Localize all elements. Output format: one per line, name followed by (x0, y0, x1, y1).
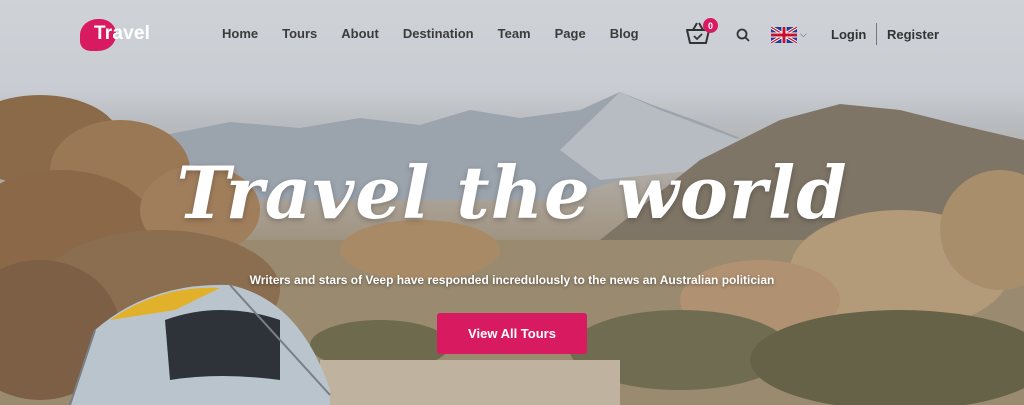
hero-title: Travel the world (176, 150, 848, 235)
search-icon[interactable] (736, 28, 750, 42)
nav-item-page[interactable]: Page (555, 26, 586, 41)
nav-item-team[interactable]: Team (498, 26, 531, 41)
hero-subtitle: Writers and stars of Veep have responded… (249, 273, 775, 287)
chevron-down-icon[interactable]: ⌵ (800, 29, 807, 40)
top-navbar: Travel Home Tours About Destination Team… (0, 0, 1024, 70)
nav-item-home[interactable]: Home (222, 26, 258, 41)
nav-item-tours[interactable]: Tours (282, 26, 317, 41)
login-link[interactable]: Login (831, 27, 866, 42)
view-all-tours-button[interactable]: View All Tours (437, 313, 587, 354)
hero-section: Travel Home Tours About Destination Team… (0, 0, 1024, 405)
uk-flag-icon[interactable] (771, 27, 797, 43)
cart-count-badge: 0 (703, 18, 718, 33)
nav-item-destination[interactable]: Destination (403, 26, 474, 41)
nav-item-blog[interactable]: Blog (610, 26, 639, 41)
nav-item-about[interactable]: About (341, 26, 379, 41)
register-link[interactable]: Register (887, 27, 939, 42)
logo[interactable]: Travel (80, 19, 150, 51)
logo-text: Travel (94, 23, 151, 44)
main-menu: Home Tours About Destination Team Page B… (222, 26, 663, 41)
nav-divider (876, 23, 877, 45)
